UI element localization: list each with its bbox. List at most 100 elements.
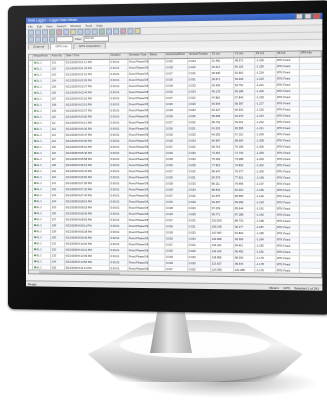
table-cell: 0.021 [188,125,212,131]
table-cell [148,70,166,77]
column-header[interactable]: X1 (m) [211,52,235,58]
table-cell [148,95,166,101]
table-cell: 6/21/2008 8:03:19 PM [65,101,110,108]
phase-cell: GL 1 [33,252,52,259]
first-record-icon[interactable] [27,36,34,43]
menu-item[interactable]: File [28,24,33,28]
connect-icon[interactable] [49,29,55,36]
delete-icon[interactable] [120,28,126,35]
close-button[interactable] [312,12,321,20]
open-icon[interactable] [35,29,41,36]
column-header[interactable]: Y1 (m) [234,52,256,57]
phase-cell: GL 1 [33,60,52,66]
table-cell: 0:00:01 [109,83,129,89]
table-cell: Fixed Phase/Off [128,180,149,186]
cut-icon[interactable] [77,29,83,35]
table-cell: -1.226 [255,63,277,70]
menu-item[interactable]: View [46,24,52,28]
settings-icon[interactable] [127,28,133,35]
zoom-in-icon[interactable] [105,28,112,35]
table-cell: 121.627 [211,260,235,267]
phase-cell: GL 1 [33,66,52,72]
table-cell: 62.476 [234,113,256,119]
data-grid[interactable]: Phase/Point Point No. Date / Time Duration D… [27,50,323,279]
column-header[interactable]: Duration [109,53,129,59]
filter-combo[interactable]: Normal [83,35,109,42]
cell-text: GL 1 [36,91,42,95]
table-cell: 106 [51,90,66,96]
table-cell: 0.025 [188,260,212,267]
column-header[interactable]: Alt (m) [276,51,300,57]
cell-text: GL 1 [36,97,42,101]
row-selector[interactable] [29,276,34,279]
menu-item[interactable]: Search [57,24,67,28]
maximize-button[interactable] [304,13,312,20]
last-record-icon[interactable] [49,36,55,43]
table-cell: RTK Fixed [276,63,300,69]
table-cell: 0.024 [188,236,212,242]
table-cell: 0.016 [165,76,189,83]
table-cell: RTK Fixed [276,113,300,119]
table-cell: 6/21/2008 8:04:12 PM [65,120,110,126]
new-icon[interactable] [27,29,34,36]
table-cell: -1.206 [255,144,277,150]
print-icon[interactable] [63,29,69,35]
zoom-out-icon[interactable] [113,28,119,35]
menu-item[interactable]: Edit [37,24,42,28]
table-cell: 0.017 [165,217,189,223]
table-cell: -1.197 [255,181,277,187]
stop-icon[interactable] [56,29,62,36]
table-cell: 0.022 [188,242,212,248]
tab[interactable]: Channel [27,43,50,50]
column-header[interactable]: Status [148,53,166,58]
table-cell: 96.455 [234,248,256,255]
table-cell: 0.020 [188,101,212,107]
column-header[interactable]: Deviation Type [128,53,149,59]
table-cell: 0:00:01 [109,126,129,132]
gps-icon[interactable] [98,28,105,35]
table-cell: 61.523 [211,125,235,131]
column-header[interactable]: Phase/Point [33,54,52,60]
table-cell: 0:00:01 [109,205,129,211]
scrollbar-thumb[interactable] [39,270,121,275]
phase-cell: GL 1 [33,240,52,246]
find-icon[interactable] [70,29,76,35]
copy-icon[interactable] [84,29,91,35]
table-cell: Fixed Phase/Off [128,199,149,205]
table-cell: 0.021 [188,174,212,181]
save-icon[interactable] [42,29,48,36]
units-combo[interactable] [56,36,74,43]
tab[interactable]: GPS Info [50,43,73,50]
menu-item[interactable]: Help [96,23,102,27]
help-icon[interactable] [134,28,141,34]
table-cell: RTK Fixed [276,150,300,156]
cell-text: GL 1 [36,259,42,263]
column-header[interactable]: Point No. [51,54,66,60]
paste-icon[interactable] [91,28,98,35]
column-header[interactable]: Horizontal/Point [165,52,189,58]
menu-item[interactable]: Tools [85,23,92,27]
tab[interactable]: GPS Acquisition [73,42,106,50]
table-cell: RTK Fixed [276,57,300,63]
next-record-icon[interactable] [42,36,48,43]
table-cell: 53.327 [211,107,235,113]
table-cell: 137 [51,277,66,279]
cell-text: GL 1 [36,121,42,125]
table-cell: 88.733 [234,218,256,224]
prev-record-icon[interactable] [35,36,41,43]
menu-item[interactable]: Window [70,23,81,27]
minimize-button[interactable] [295,13,304,20]
column-header[interactable]: Date / Time [65,53,110,59]
column-header[interactable]: GPS Info [299,51,322,57]
table-cell: 86.111 [211,181,235,187]
table-cell: -1.205 [255,150,277,156]
table-cell [148,254,166,260]
column-header[interactable]: Z1 (m) [255,51,277,57]
table-cell: Fixed Phase/Off [128,211,149,217]
column-header[interactable]: Vertical Position [188,52,212,58]
table-cell: 79.466 [234,181,256,187]
table-cell: 88.843 [211,187,235,193]
table-cell [148,64,166,71]
table-cell: 101 [51,59,66,66]
table-cell: 6/21/2008 8:05:22 PM [65,144,110,150]
